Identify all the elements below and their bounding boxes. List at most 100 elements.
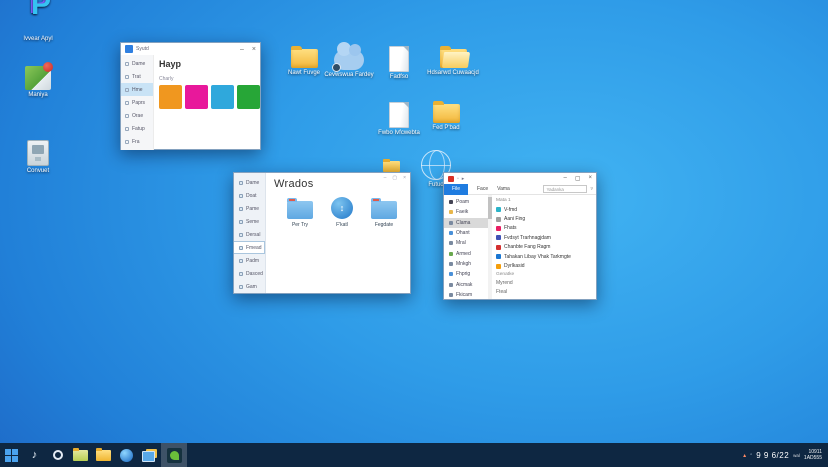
sidebar-item[interactable]: Dame [121, 57, 153, 70]
minimize-button[interactable]: – [240, 46, 244, 53]
list-item[interactable]: Fvdsyt Trarhnagjdam [496, 233, 592, 242]
sidebar-item-selected[interactable]: Fmead [234, 241, 265, 254]
tray-status-icon[interactable]: ◦ [750, 452, 752, 458]
list-item[interactable]: Fteal [496, 288, 592, 297]
list-item[interactable]: Aani Fing [496, 214, 592, 223]
sidebar-item[interactable]: Padm [234, 254, 265, 267]
list-item[interactable]: Tahakan Libay Vhak Tarkmgte [496, 252, 592, 261]
file-tile[interactable]: Fegdate [366, 197, 402, 228]
sidebar-item[interactable]: Fatup [121, 122, 153, 135]
taskbar-app-folder1[interactable] [69, 443, 92, 467]
bullet-icon [239, 220, 243, 224]
minimize-button[interactable]: – [563, 175, 566, 182]
sidebar-item[interactable]: Pame [234, 202, 265, 215]
list-item[interactable]: Chanbte Fang Ragm [496, 243, 592, 252]
sidebar-item[interactable]: Mral [444, 238, 488, 248]
sidebar-item[interactable]: Poam [444, 197, 488, 207]
sidebar-item[interactable]: Dasced [234, 267, 265, 280]
scrollbar-thumb[interactable] [488, 197, 492, 219]
clock[interactable]: 10911 1AD555 [804, 449, 822, 461]
desktop-icon-cloud[interactable]: Cevwswua Fardey [322, 44, 376, 79]
swatch-magenta[interactable] [185, 85, 208, 109]
window-explorer: ▫ ▸ – ▢ × File Face Vama ▿ Poam Faeik Cl… [443, 172, 597, 300]
taskbar-app-folder2[interactable] [92, 443, 115, 467]
sidebar-item[interactable]: Gam [234, 280, 265, 293]
sidebar-item-selected[interactable]: Clama [444, 218, 488, 228]
desktop-icon-folder3[interactable]: Fed P'bad [420, 104, 472, 132]
ribbon-tab-home[interactable]: Face [477, 186, 488, 192]
bullet-icon [449, 231, 453, 235]
list-item[interactable]: Myrend [496, 279, 592, 288]
sidebar-item[interactable]: Ohant [444, 228, 488, 238]
connect-icon [27, 140, 49, 166]
taskbar-app-music[interactable]: ♪ [23, 443, 46, 467]
desktop-icon-connect[interactable]: Convuet [10, 140, 66, 175]
sidebar-item[interactable]: Orae [121, 109, 153, 122]
sidebar-item[interactable]: Faeik [444, 207, 488, 217]
search-input[interactable] [543, 185, 587, 193]
file-tile[interactable]: Per Try [282, 197, 318, 228]
sidebar-item[interactable]: Dame [234, 176, 265, 189]
filter-icon[interactable]: ▿ [590, 186, 593, 192]
desktop-icon-doc2[interactable]: Fwbo Ivfcwebta [372, 102, 426, 137]
app-file-icon [496, 264, 501, 269]
start-button[interactable] [0, 443, 23, 467]
taskbar-app-library[interactable] [138, 443, 161, 467]
list-item[interactable]: Dyrlkasid [496, 261, 592, 270]
scrollbar[interactable] [488, 195, 492, 299]
sidebar-item-label: Paprs [132, 100, 145, 106]
folder-icon[interactable] [383, 161, 400, 172]
sidebar-item[interactable]: Doat [234, 189, 265, 202]
desktop-icon-label: Cevwswua Fardey [324, 72, 373, 79]
close-button[interactable]: × [252, 46, 256, 53]
tray-overflow-icon[interactable]: ▴ [743, 452, 746, 459]
app-file-icon [496, 217, 501, 222]
desktop-icon-label: Fed P'bad [432, 125, 459, 132]
swatch-blue[interactable] [211, 85, 234, 109]
list-item[interactable]: V-fmd [496, 205, 592, 214]
sidebar-item[interactable]: Fhprig [444, 269, 488, 279]
desktop-icon-app1[interactable]: PP Ivvear Apyl [10, 4, 66, 43]
taskbar-app-browser[interactable] [115, 443, 138, 467]
sidebar-item[interactable]: Mnkgh [444, 259, 488, 269]
desktop-icon-folder2[interactable]: Hdsarwd Cuwaacjd [424, 49, 482, 77]
sidebar-item[interactable]: Aicmak [444, 279, 488, 289]
swatch-green[interactable] [237, 85, 260, 109]
close-button[interactable]: × [588, 175, 592, 182]
desktop-icon-label: Convuet [27, 168, 49, 175]
file-tile[interactable]: ↕ F'katl [324, 197, 360, 228]
ribbon-tab-view[interactable]: Vama [497, 186, 510, 192]
sphere-icon: ↕ [331, 197, 353, 219]
sidebar-item[interactable]: Seme [234, 215, 265, 228]
file-menu-button[interactable]: File [444, 184, 468, 195]
taskbar-app-active[interactable] [161, 443, 187, 467]
sidebar-item[interactable]: Fkicam [444, 290, 488, 300]
stacked-folders-icon [142, 449, 157, 462]
list-item[interactable]: Fhats [496, 224, 592, 233]
close-button[interactable]: × [403, 175, 406, 181]
desktop-icon-label: Fwbo Ivfcwebta [378, 130, 420, 137]
quick-access-icon[interactable]: ▫ [457, 176, 459, 182]
swatch-orange[interactable] [159, 85, 182, 109]
window3-titlebar[interactable]: ▫ ▸ – ▢ × [444, 173, 596, 184]
maximize-button[interactable]: ▢ [575, 175, 581, 182]
desktop-icon-maps[interactable]: Maniya [10, 66, 66, 99]
sidebar-item[interactable]: Dersal [234, 228, 265, 241]
maximize-button[interactable]: ▢ [392, 175, 397, 181]
sidebar-item[interactable]: Fra [121, 135, 153, 148]
minimize-button[interactable]: – [384, 175, 387, 181]
sidebar-item[interactable]: Trat [121, 70, 153, 83]
window1-titlebar[interactable]: Syutd – × [121, 43, 260, 55]
taskbar-app-circle[interactable] [46, 443, 69, 467]
desktop-icon-label: Fadfso [390, 74, 408, 81]
bullet-icon [239, 181, 243, 185]
sidebar-item[interactable]: Armed [444, 248, 488, 258]
desktop-icon-doc1[interactable]: Fadfso [376, 46, 422, 81]
sidebar-item[interactable]: Paprs [121, 96, 153, 109]
sidebar-item-label: Trat [132, 74, 141, 80]
maps-icon [25, 66, 51, 90]
quick-access-icon[interactable]: ▸ [462, 176, 465, 182]
sidebar-item-selected[interactable]: Hme [121, 83, 153, 96]
list-item-label: V-fmd [504, 207, 517, 213]
desktop: PP Ivvear Apyl Maniya Convuet Nawt Fuvge… [0, 0, 828, 467]
